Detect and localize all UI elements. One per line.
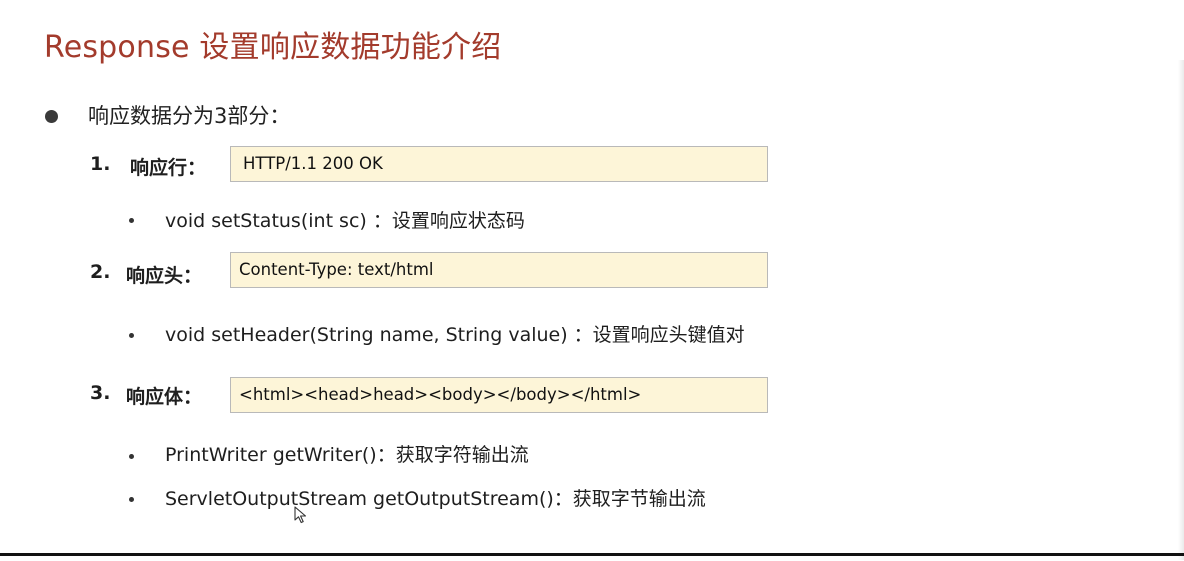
section-1-number: 1. (90, 153, 111, 175)
slide: Response 设置响应数据功能介绍 响应数据分为3部分： 1. 响应行： H… (0, 0, 1184, 561)
section-2-method: void setHeader(String name, String value… (165, 324, 745, 346)
section-1-example-box: HTTP/1.1 200 OK (230, 146, 768, 182)
intro-text: 响应数据分为3部分： (88, 104, 291, 128)
section-2-number: 2. (90, 261, 111, 283)
section-3-method-2: ServletOutputStream getOutputStream()：获取… (165, 488, 706, 510)
section-1-label: 响应行： (130, 157, 207, 179)
section-3-number: 3. (90, 382, 111, 404)
bottom-border-line (0, 553, 1184, 556)
section-3-label: 响应体： (126, 386, 203, 408)
right-edge-shadow (1178, 60, 1184, 560)
section-3-example-box: <html><head>head><body></body></html> (230, 377, 768, 413)
sub-bullet-dot (129, 497, 134, 502)
mouse-pointer-icon (294, 506, 307, 524)
section-2-label: 响应头： (126, 265, 203, 287)
section-3-method-1: PrintWriter getWriter()：获取字符输出流 (165, 444, 529, 466)
slide-title: Response 设置响应数据功能介绍 (44, 30, 502, 65)
section-1-method: void setStatus(int sc) ：设置响应状态码 (165, 210, 525, 232)
section-2-example-box: Content-Type: text/html (230, 252, 768, 288)
sub-bullet-dot (129, 333, 134, 338)
sub-bullet-dot (129, 218, 134, 223)
bullet-dot (45, 110, 58, 123)
sub-bullet-dot (129, 454, 134, 459)
